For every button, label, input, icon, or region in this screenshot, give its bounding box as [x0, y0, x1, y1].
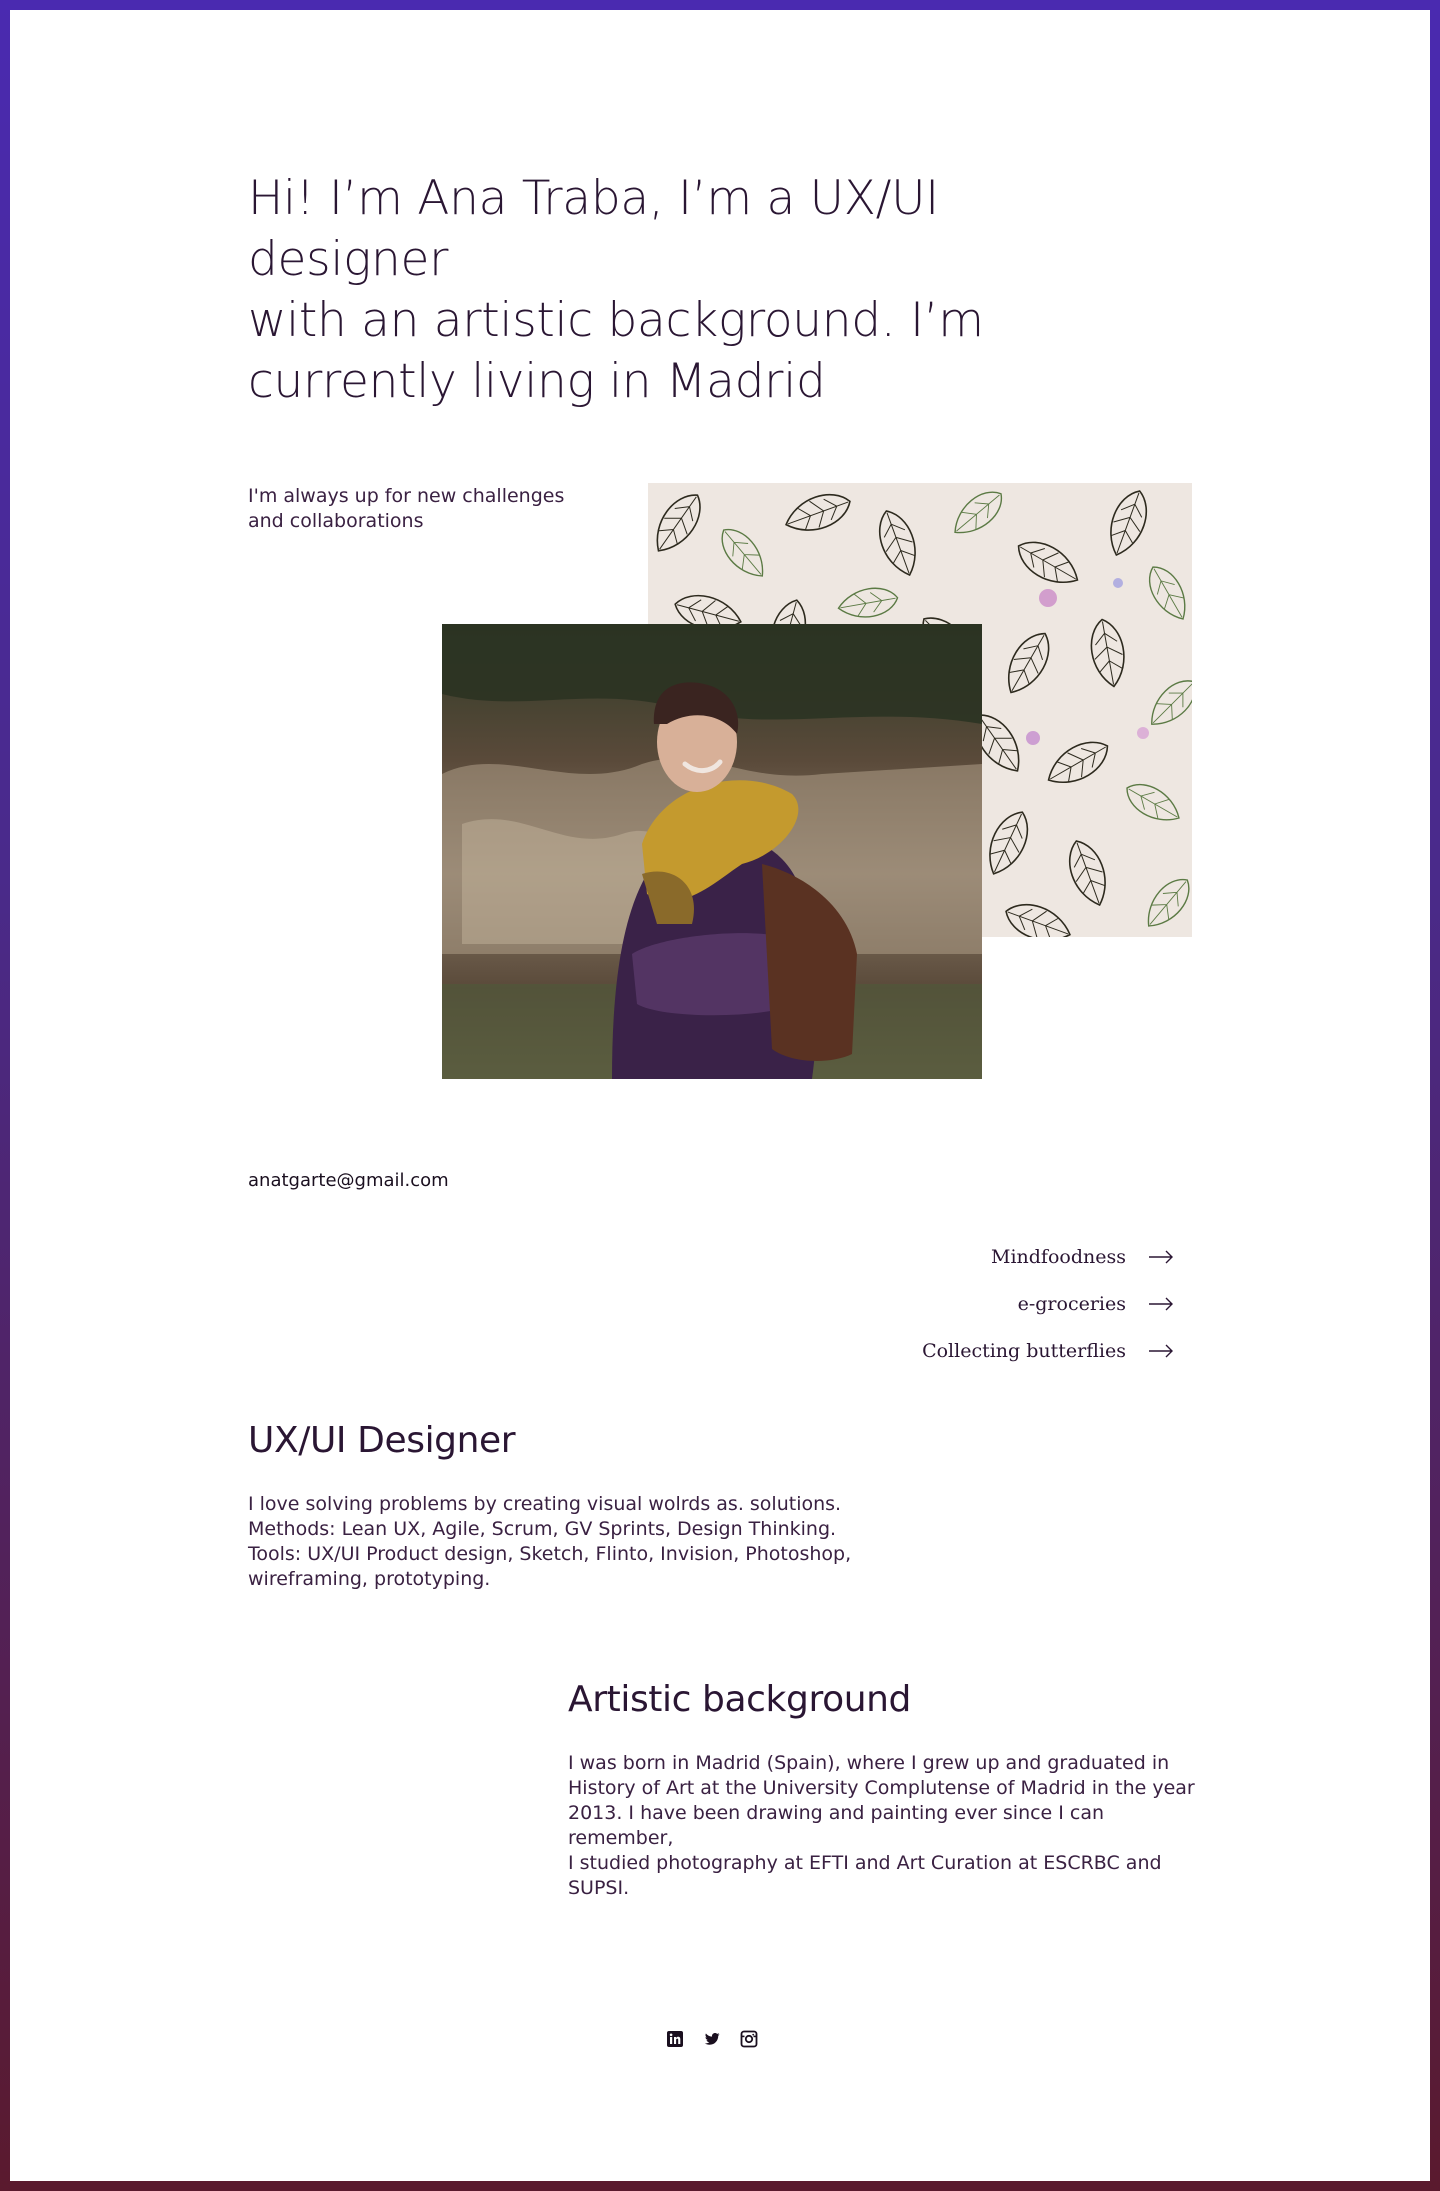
ux-text-line: Tools: UX/UI Product design, Sketch, Fli… [248, 1543, 852, 1565]
hero-heading: Hi! I’m Ana Traba, I’m a UX/UI designer … [248, 168, 1148, 412]
email-link[interactable]: anatgarte@gmail.com [248, 1170, 449, 1191]
project-link-e-groceries[interactable]: e-groceries [922, 1280, 1174, 1327]
project-link-mindfoodness[interactable]: Mindfoodness [922, 1233, 1174, 1280]
arrow-right-icon [1149, 1344, 1173, 1357]
ux-section-text: I love solving problems by creating visu… [248, 1492, 868, 1592]
intro-line: and collaborations [248, 510, 424, 532]
art-text-line: I was born in Madrid (Spain), where I gr… [568, 1752, 1170, 1774]
ux-section-title: UX/UI Designer [248, 1420, 516, 1461]
art-text-line: 2013. I have been drawing and painting e… [568, 1802, 1105, 1849]
hero-line: currently living in Madrid [248, 354, 826, 409]
project-list: Mindfoodness e-groceries Collecting butt… [922, 1233, 1174, 1374]
twitter-icon[interactable] [703, 2030, 721, 2048]
project-label: Collecting butterflies [922, 1339, 1126, 1362]
hero-line: with an artistic background. I’m [248, 293, 984, 348]
intro-text: I'm always up for new challenges and col… [248, 484, 588, 534]
art-text-line: SUPSI. [568, 1877, 630, 1899]
art-text-line: History of Art at the University Complut… [568, 1777, 1195, 1799]
project-link-collecting-butterflies[interactable]: Collecting butterflies [922, 1327, 1174, 1374]
hero-line: Hi! I’m Ana Traba, I’m a UX/UI designer [248, 171, 939, 287]
ux-text-line: I love solving problems by creating visu… [248, 1493, 842, 1515]
arrow-right-icon [1149, 1250, 1173, 1263]
linkedin-icon[interactable] [666, 2030, 684, 2048]
project-label: e-groceries [1017, 1292, 1126, 1315]
arrow-right-icon [1149, 1297, 1173, 1310]
portrait-photo [442, 624, 982, 1079]
ux-text-line: Methods: Lean UX, Agile, Scrum, GV Sprin… [248, 1518, 837, 1540]
social-links [666, 2030, 758, 2048]
ux-text-line: wireframing, prototyping. [248, 1568, 491, 1590]
art-section-title: Artistic background [568, 1679, 911, 1720]
instagram-icon[interactable] [740, 2030, 758, 2048]
project-label: Mindfoodness [991, 1245, 1126, 1268]
art-section-text: I was born in Madrid (Spain), where I gr… [568, 1751, 1208, 1901]
art-text-line: I studied photography at EFTI and Art Cu… [568, 1852, 1162, 1874]
intro-line: I'm always up for new challenges [248, 485, 565, 507]
